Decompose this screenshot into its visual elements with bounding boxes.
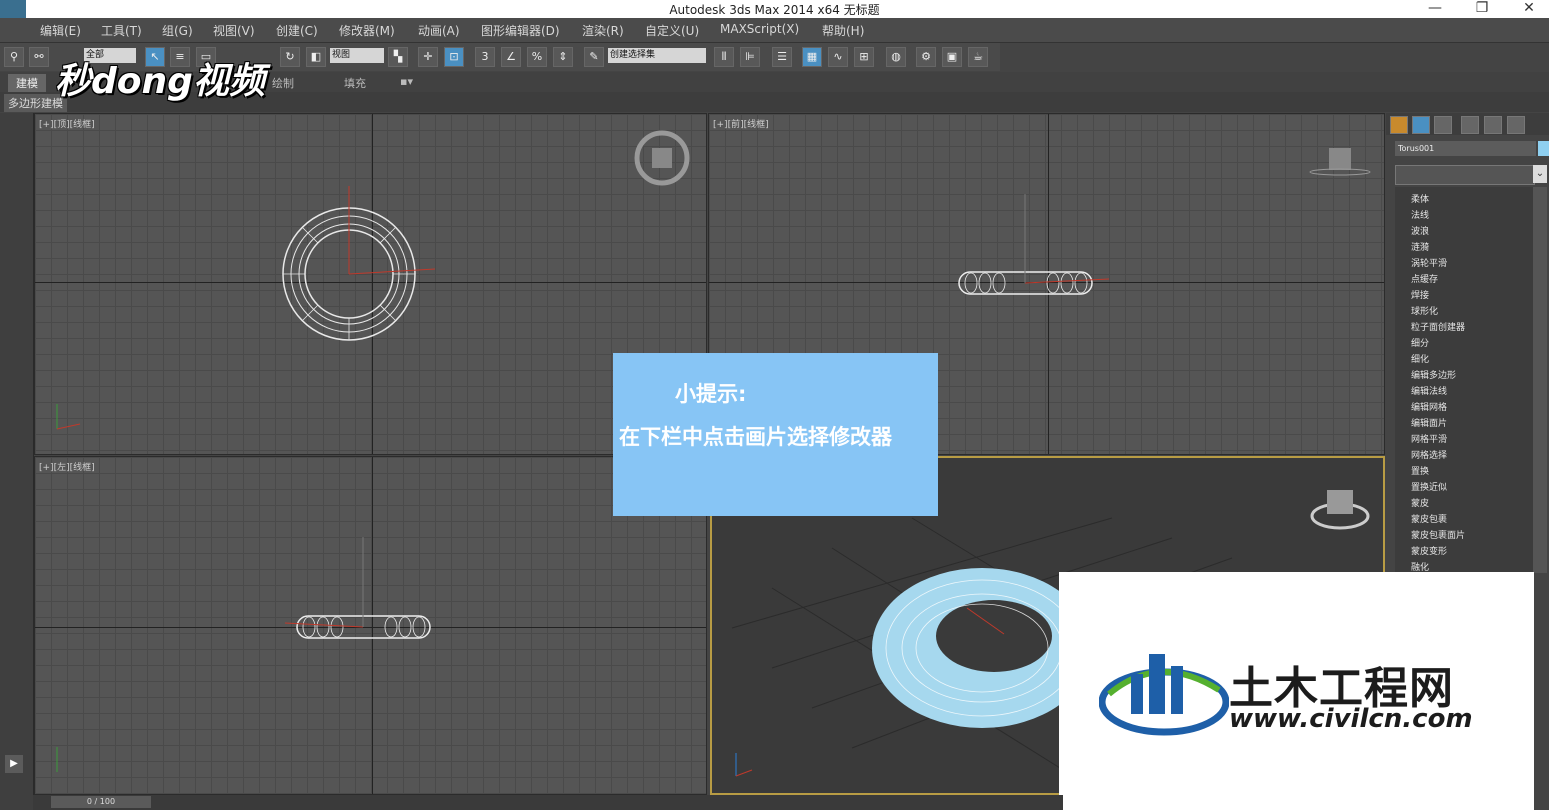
modifier-item[interactable]: 柔体 — [1411, 192, 1429, 205]
modifier-item[interactable]: 涡轮平滑 — [1411, 256, 1447, 269]
play-icon[interactable]: ▶ — [5, 755, 23, 773]
tab-populate[interactable]: 填充 — [344, 75, 366, 91]
time-slider[interactable]: 0 / 100 — [33, 795, 1063, 810]
menu-edit[interactable]: 编辑(E) — [40, 22, 81, 39]
modifier-item[interactable]: 法线 — [1411, 208, 1429, 221]
scale-icon[interactable]: ◧ — [306, 47, 326, 67]
chevron-down-icon[interactable]: ⌄ — [1533, 165, 1547, 183]
spinner-snap-icon[interactable]: ⇕ — [553, 47, 573, 67]
modifier-item[interactable]: 蒙皮 — [1411, 496, 1429, 509]
menu-animation[interactable]: 动画(A) — [418, 22, 460, 39]
video-watermark: 秒dong视频 — [55, 61, 265, 102]
tab-paint[interactable]: 绘制 — [272, 75, 294, 91]
modifier-item[interactable]: 蒙皮变形 — [1411, 544, 1447, 557]
angle-snap-icon[interactable]: ∠ — [501, 47, 521, 67]
snap-toggle-icon[interactable]: 3 — [475, 47, 495, 67]
layer-manager-icon[interactable]: ☰ — [772, 47, 792, 67]
modifier-item[interactable]: 涟漪 — [1411, 240, 1429, 253]
material-editor-icon[interactable]: ◍ — [886, 47, 906, 67]
object-name-field[interactable]: Torus001 — [1395, 141, 1536, 156]
menu-rendering[interactable]: 渲染(R) — [582, 22, 624, 39]
restore-button[interactable]: ❐ — [1462, 0, 1502, 16]
title-bar: Autodesk 3ds Max 2014 x64 无标题 — ❐ ✕ — [0, 0, 1549, 18]
render-icon[interactable]: ☕ — [968, 47, 988, 67]
modifier-list: 柔体 法线 波浪 涟漪 涡轮平滑 点缓存 焊接 球形化 粒子面创建器 细分 细化… — [1395, 187, 1533, 573]
scene-explorer-icon[interactable]: ▦ — [802, 47, 822, 67]
menu-help[interactable]: 帮助(H) — [822, 22, 864, 39]
modifier-item[interactable]: 点缓存 — [1411, 272, 1438, 285]
ribbon-options-icon[interactable]: ▪▾ — [400, 75, 413, 88]
tip-body: 在下栏中点击画片选择修改器 — [619, 425, 892, 449]
menu-graph-editors[interactable]: 图形编辑器(D) — [481, 22, 560, 39]
object-color-swatch[interactable] — [1538, 141, 1549, 156]
ref-coord-select[interactable]: 视图 — [330, 48, 384, 63]
modifier-item[interactable]: 细分 — [1411, 336, 1429, 349]
menu-group[interactable]: 组(G) — [162, 22, 193, 39]
percent-snap-icon[interactable]: % — [527, 47, 547, 67]
create-tab-icon[interactable] — [1390, 116, 1408, 134]
modifier-item[interactable]: 波浪 — [1411, 224, 1429, 237]
link-icon[interactable]: ⚲ — [4, 47, 24, 67]
viewport-top[interactable]: [+][顶][线框] — [34, 113, 707, 455]
curve-editor-icon[interactable]: ∿ — [828, 47, 848, 67]
modifier-item[interactable]: 编辑网格 — [1411, 400, 1447, 413]
modifier-list-dropdown[interactable] — [1395, 165, 1535, 185]
close-button[interactable]: ✕ — [1509, 0, 1549, 16]
modifier-item[interactable]: 编辑法线 — [1411, 384, 1447, 397]
modifier-item[interactable]: 蒙皮包裹面片 — [1411, 528, 1465, 541]
menu-bar: 编辑(E) 工具(T) 组(G) 视图(V) 创建(C) 修改器(M) 动画(A… — [0, 18, 1549, 43]
modifier-item[interactable]: 置换 — [1411, 464, 1429, 477]
window-title: Autodesk 3ds Max 2014 x64 无标题 — [669, 3, 880, 17]
viewport-left[interactable]: [+][左][线框] — [34, 456, 707, 795]
modifier-item[interactable]: 置换近似 — [1411, 480, 1447, 493]
modifier-item[interactable]: 网格平滑 — [1411, 432, 1447, 445]
time-slider-thumb[interactable]: 0 / 100 — [51, 796, 151, 808]
schematic-view-icon[interactable]: ⊞ — [854, 47, 874, 67]
modifier-item[interactable]: 细化 — [1411, 352, 1429, 365]
modifier-item[interactable]: 网格选择 — [1411, 448, 1447, 461]
modify-tab-icon[interactable] — [1412, 116, 1430, 134]
move-icon[interactable]: ✛ — [418, 47, 438, 67]
left-side-bar: ▶ — [0, 113, 34, 810]
modifier-item[interactable]: 蒙皮包裹 — [1411, 512, 1447, 525]
modifier-list-scrollbar[interactable] — [1533, 187, 1547, 573]
tip-title: 小提示: — [675, 382, 747, 406]
minimize-button[interactable]: — — [1415, 0, 1455, 16]
motion-tab-icon[interactable] — [1461, 116, 1479, 134]
unlink-icon[interactable]: ⚯ — [29, 47, 49, 67]
named-selection-select[interactable]: 创建选择集 — [608, 48, 706, 63]
mirror-icon[interactable]: ⫴ — [714, 47, 734, 67]
modifier-item[interactable]: 粒子面创建器 — [1411, 320, 1465, 333]
command-panel-tabs — [1386, 113, 1549, 135]
civilcn-logo: 土木工程网 www.civilcn.com — [1059, 572, 1534, 810]
modifier-item[interactable]: 编辑面片 — [1411, 416, 1447, 429]
manipulate-icon[interactable]: ⊡ — [444, 47, 464, 67]
building-logo-icon — [1099, 654, 1229, 736]
menu-customize[interactable]: 自定义(U) — [645, 22, 699, 39]
rotate-icon[interactable]: ↻ — [280, 47, 300, 67]
edit-named-sel-icon[interactable]: ✎ — [584, 47, 604, 67]
menu-view[interactable]: 视图(V) — [213, 22, 255, 39]
torus-wireframe-top — [56, 130, 690, 430]
menu-create[interactable]: 创建(C) — [276, 22, 318, 39]
logo-url: www.civilcn.com — [1229, 704, 1473, 734]
render-setup-icon[interactable]: ⚙ — [916, 47, 936, 67]
pivot-icon[interactable]: ▚ — [388, 47, 408, 67]
modifier-item[interactable]: 球形化 — [1411, 304, 1438, 317]
hierarchy-tab-icon[interactable] — [1434, 116, 1452, 134]
menu-maxscript[interactable]: MAXScript(X) — [720, 22, 799, 36]
tab-modeling[interactable]: 建模 — [8, 74, 46, 92]
modifier-item[interactable]: 编辑多边形 — [1411, 368, 1456, 381]
display-tab-icon[interactable] — [1484, 116, 1502, 134]
render-frame-icon[interactable]: ▣ — [942, 47, 962, 67]
align-icon[interactable]: ⊫ — [740, 47, 760, 67]
tip-overlay: 小提示: 在下栏中点击画片选择修改器 — [613, 353, 938, 516]
menu-modifiers[interactable]: 修改器(M) — [339, 22, 395, 39]
torus-wireframe-left — [56, 537, 431, 772]
modifier-item[interactable]: 焊接 — [1411, 288, 1429, 301]
utilities-tab-icon[interactable] — [1507, 116, 1525, 134]
menu-tools[interactable]: 工具(T) — [101, 22, 142, 39]
